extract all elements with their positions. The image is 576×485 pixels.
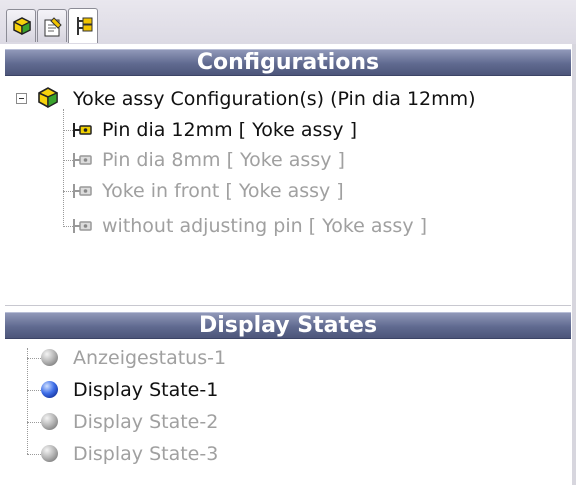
tree-branch-line	[27, 422, 41, 423]
configuration-active-icon	[73, 123, 92, 137]
tree-branch-line	[27, 390, 41, 391]
feature-tree-icon	[13, 17, 31, 35]
configuration-item[interactable]: without adjusting pin [ Yoke assy ]	[102, 215, 427, 237]
assembly-icon	[38, 87, 58, 109]
property-icon	[44, 17, 62, 37]
display-states-header: Display States	[5, 312, 571, 339]
configuration-item[interactable]: Pin dia 8mm [ Yoke assy ]	[102, 149, 345, 171]
configuration-item[interactable]: Pin dia 12mm [ Yoke assy ]	[102, 119, 357, 141]
manager-tab-bar	[0, 0, 576, 44]
tree-guide-line	[63, 109, 64, 227]
display-state-inactive-icon	[41, 349, 58, 366]
tree-guide-line	[27, 348, 28, 454]
tree-branch-line	[27, 454, 41, 455]
pane-divider[interactable]	[5, 305, 571, 306]
configuration-inactive-icon	[73, 184, 92, 198]
display-state-item[interactable]: Anzeigestatus-1	[73, 347, 226, 369]
display-state-item[interactable]: Display State-2	[73, 411, 218, 433]
display-state-item[interactable]: Display State-1	[73, 379, 218, 401]
collapse-expander-icon[interactable]	[16, 93, 27, 104]
config-root-label[interactable]: Yoke assy Configuration(s) (Pin dia 12mm…	[73, 88, 476, 110]
right-panel-edge	[572, 44, 576, 485]
configuration-item[interactable]: Yoke in front [ Yoke assy ]	[102, 180, 344, 202]
feature-manager-tab[interactable]	[6, 9, 36, 42]
configuration-inactive-icon	[73, 153, 92, 167]
configuration-tree-icon	[77, 17, 93, 35]
display-state-inactive-icon	[41, 445, 58, 462]
configuration-inactive-icon	[73, 219, 92, 233]
tree-branch-line	[27, 358, 41, 359]
display-state-inactive-icon	[41, 413, 58, 430]
display-state-active-icon	[41, 381, 58, 398]
property-manager-tab[interactable]	[37, 9, 67, 42]
display-state-item[interactable]: Display State-3	[73, 443, 218, 465]
configurations-header: Configurations	[5, 49, 571, 76]
configuration-manager-tab[interactable]	[68, 8, 98, 43]
